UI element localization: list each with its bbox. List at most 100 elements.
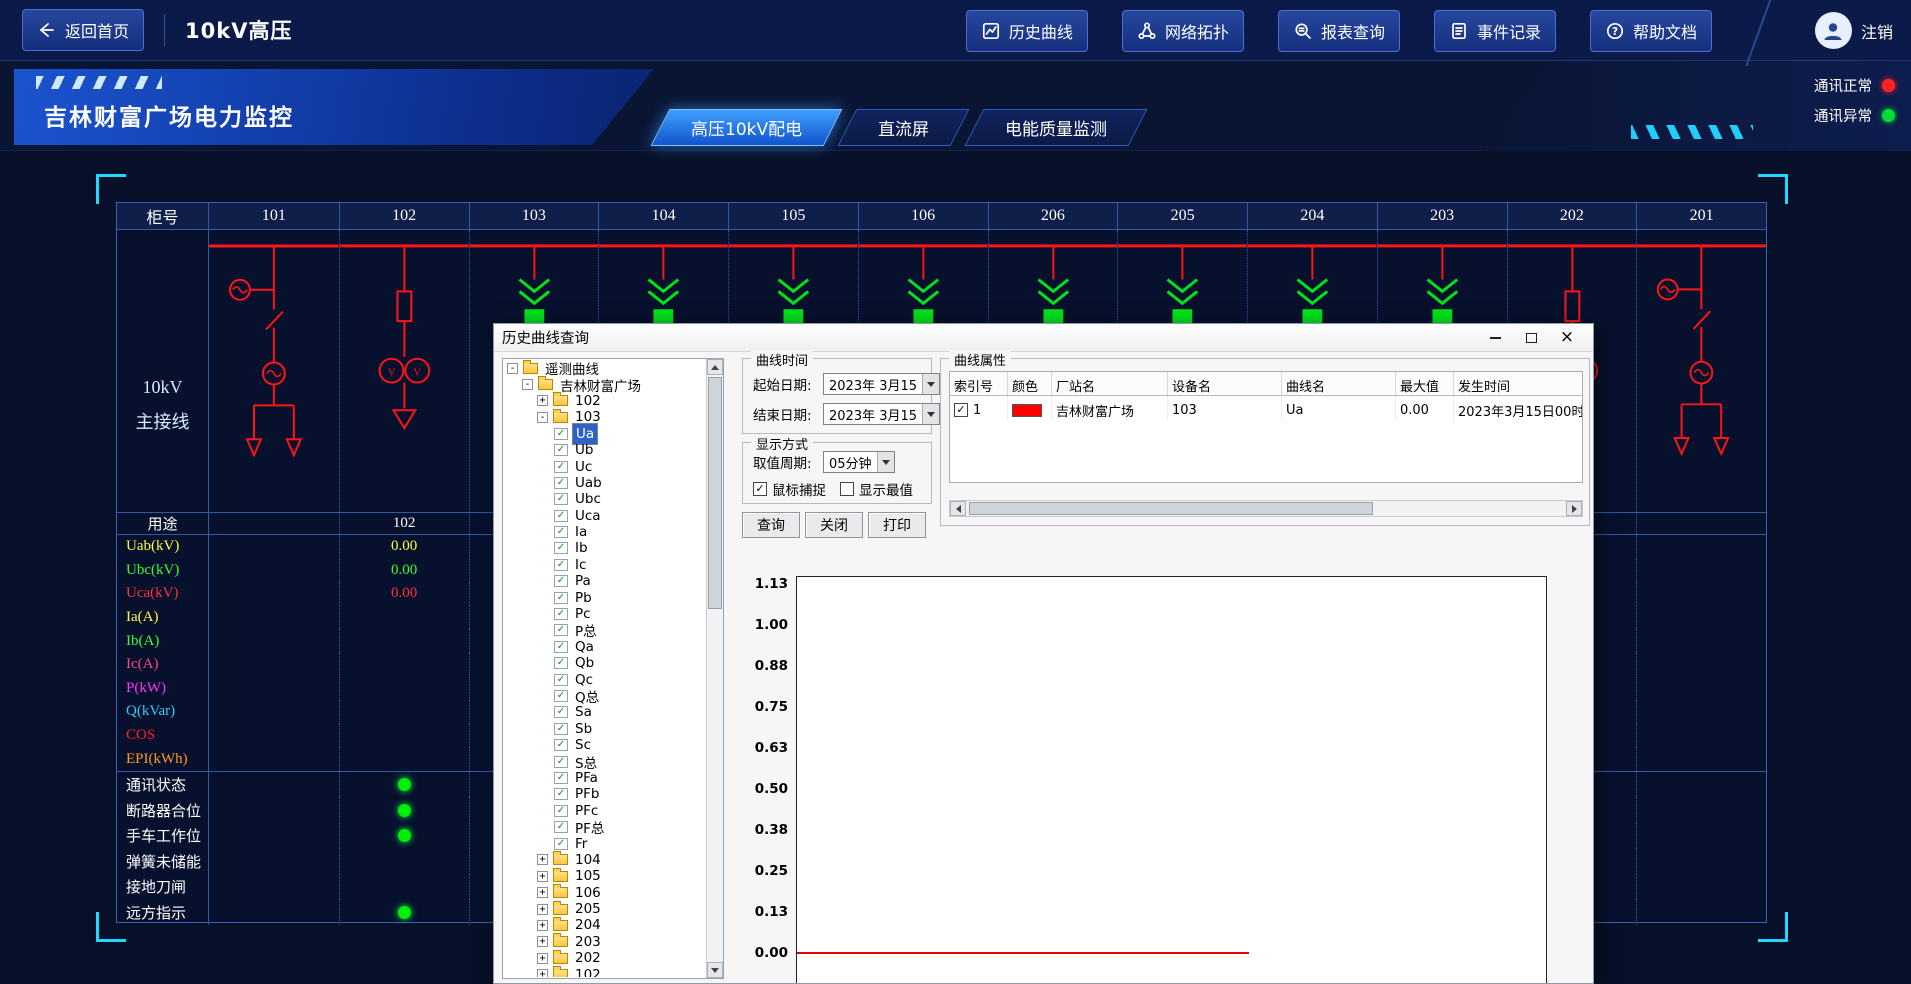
tree-expander-icon[interactable]: - bbox=[522, 379, 533, 390]
tree-item-Sc[interactable]: ✓Sc bbox=[504, 737, 706, 753]
back-home-button[interactable]: 返回首页 bbox=[22, 9, 144, 51]
tree-item-106[interactable]: +106 bbox=[504, 885, 706, 901]
tree-item-Ia[interactable]: ✓Ia bbox=[504, 524, 706, 540]
tree-item-Qc[interactable]: ✓Qc bbox=[504, 671, 706, 687]
avatar-icon[interactable] bbox=[1815, 12, 1852, 49]
curve-check-icon: ✓ bbox=[554, 674, 568, 686]
tab-直流屏[interactable]: 直流屏 bbox=[838, 109, 970, 146]
corner-bracket-top-left bbox=[96, 174, 126, 204]
period-select[interactable]: 05分钟 bbox=[823, 451, 895, 473]
tree-item-Ic[interactable]: ✓Ic bbox=[504, 557, 706, 573]
scroll-left-button[interactable] bbox=[950, 501, 966, 516]
tree-item-105[interactable]: +105 bbox=[504, 868, 706, 884]
start-date-select[interactable]: 2023年 3月15 bbox=[823, 373, 940, 395]
scroll-up-button[interactable] bbox=[707, 359, 723, 375]
tree-item-Pb[interactable]: ✓Pb bbox=[504, 589, 706, 605]
tab-高压10kV配电[interactable]: 高压10kV配电 bbox=[651, 109, 843, 146]
group-legend: 曲线时间 bbox=[751, 350, 813, 369]
tree-item-205[interactable]: +205 bbox=[504, 901, 706, 917]
curve-attr-row[interactable]: ✓1吉林财富广场103Ua0.002023年3月15日00时0 bbox=[950, 396, 1582, 420]
scroll-right-button[interactable] bbox=[1566, 501, 1582, 516]
dialog-button-关闭[interactable]: 关闭 bbox=[805, 512, 863, 538]
tree-item-PF总[interactable]: ✓PF总 bbox=[504, 819, 706, 835]
checkbox-鼠标捕捉[interactable]: ✓鼠标捕捉 bbox=[753, 479, 826, 499]
tree-expander-icon[interactable]: + bbox=[537, 395, 548, 406]
tree-item-204[interactable]: +204 bbox=[504, 917, 706, 933]
dialog-button-查询[interactable]: 查询 bbox=[742, 512, 800, 538]
attr-col-最大值: 最大值 bbox=[1396, 372, 1454, 395]
chevron-down-icon[interactable] bbox=[877, 452, 894, 472]
tree-item-202[interactable]: +202 bbox=[504, 950, 706, 966]
chevron-down-icon[interactable] bbox=[922, 404, 939, 424]
row-checkbox[interactable]: ✓ bbox=[954, 403, 968, 417]
end-date-select[interactable]: 2023年 3月15 bbox=[823, 403, 940, 425]
tree-item-Uab[interactable]: ✓Uab bbox=[504, 475, 706, 491]
dialog-titlebar[interactable]: 历史曲线查询 × bbox=[494, 324, 1593, 352]
curve-check-icon: ✓ bbox=[554, 690, 568, 702]
tree-item-P总[interactable]: ✓P总 bbox=[504, 622, 706, 638]
chevron-down-icon[interactable] bbox=[922, 374, 939, 394]
tree-item-102[interactable]: +102 bbox=[504, 393, 706, 409]
tree-item-Qa[interactable]: ✓Qa bbox=[504, 639, 706, 655]
history-curve-dialog: 历史曲线查询 × -遥测曲线-吉林财富广场+102-103✓Ua✓Ub✓Uc✓U… bbox=[493, 323, 1594, 984]
tree-expander-icon[interactable]: + bbox=[537, 936, 548, 947]
tree-item-Ubc[interactable]: ✓Ubc bbox=[504, 491, 706, 507]
tree-item-Uc[interactable]: ✓Uc bbox=[504, 458, 706, 474]
nav-network-topology-button[interactable]: 网络拓扑 bbox=[1122, 10, 1244, 52]
nav-help-doc-button[interactable]: ?帮助文档 bbox=[1590, 10, 1712, 52]
checkbox-icon[interactable]: ✓ bbox=[753, 482, 767, 496]
tree-scrollbar[interactable] bbox=[706, 359, 723, 978]
tree-item-Ib[interactable]: ✓Ib bbox=[504, 540, 706, 556]
maximize-button[interactable] bbox=[1513, 326, 1549, 350]
logout-button[interactable]: 注销 bbox=[1861, 19, 1893, 43]
usage-label: 用途 bbox=[117, 513, 209, 534]
sld-cell bbox=[209, 848, 339, 874]
tree-item-203[interactable]: +203 bbox=[504, 934, 706, 950]
tree-item-Pa[interactable]: ✓Pa bbox=[504, 573, 706, 589]
minimize-button[interactable] bbox=[1477, 326, 1513, 350]
tree-item-Qb[interactable]: ✓Qb bbox=[504, 655, 706, 671]
measurement-label: Ia(A) bbox=[117, 606, 209, 630]
dialog-button-打印[interactable]: 打印 bbox=[868, 512, 926, 538]
tree-item-Fr[interactable]: ✓Fr bbox=[504, 835, 706, 851]
tree-expander-icon[interactable]: + bbox=[537, 887, 548, 898]
tree-expander-icon[interactable]: + bbox=[537, 953, 548, 964]
status-label: 手车工作位 bbox=[117, 823, 209, 849]
tree-expander-icon[interactable]: + bbox=[537, 969, 548, 977]
bay-diagram-102: VV bbox=[339, 230, 469, 512]
scrollbar-thumb[interactable] bbox=[969, 502, 1373, 515]
scrollbar-thumb[interactable] bbox=[708, 377, 722, 609]
tree-item-104[interactable]: +104 bbox=[504, 852, 706, 868]
tree-item-吉林财富广场[interactable]: -吉林财富广场 bbox=[504, 376, 706, 392]
tree-item-Pc[interactable]: ✓Pc bbox=[504, 606, 706, 622]
close-button[interactable]: × bbox=[1549, 326, 1585, 350]
tree-item-Ua[interactable]: ✓Ua bbox=[504, 426, 706, 442]
nav-report-search-button[interactable]: 报表查询 bbox=[1278, 10, 1400, 52]
tree-item-Ub[interactable]: ✓Ub bbox=[504, 442, 706, 458]
tree-expander-icon[interactable]: + bbox=[537, 904, 548, 915]
tree-expander-icon[interactable]: - bbox=[507, 363, 518, 374]
tree-item-PFa[interactable]: ✓PFa bbox=[504, 770, 706, 786]
tree-expander-icon[interactable]: - bbox=[537, 412, 548, 423]
tree-item-102[interactable]: +102 bbox=[504, 966, 706, 977]
attr-table-hscrollbar[interactable] bbox=[949, 500, 1583, 517]
attr-cell-device: 103 bbox=[1168, 396, 1282, 420]
tree-expander-icon[interactable]: + bbox=[537, 871, 548, 882]
nav-history-curve-button[interactable]: 历史曲线 bbox=[966, 10, 1088, 52]
checkbox-显示最值[interactable]: ✓显示最值 bbox=[840, 479, 913, 499]
tree-item-Uca[interactable]: ✓Uca bbox=[504, 508, 706, 524]
tree-item-Q总[interactable]: ✓Q总 bbox=[504, 688, 706, 704]
tree-expander-icon[interactable]: + bbox=[537, 854, 548, 865]
tree-item-Sa[interactable]: ✓Sa bbox=[504, 704, 706, 720]
y-axis-tick: 0.25 bbox=[740, 862, 788, 880]
tree-expander-icon[interactable]: + bbox=[537, 920, 548, 931]
tree-item-Sb[interactable]: ✓Sb bbox=[504, 721, 706, 737]
tree-item-103[interactable]: -103 bbox=[504, 409, 706, 425]
tree-item-label: Ia bbox=[572, 524, 590, 540]
scroll-down-button[interactable] bbox=[707, 962, 723, 978]
tree-item-PFb[interactable]: ✓PFb bbox=[504, 786, 706, 802]
tab-电能质量监测[interactable]: 电能质量监测 bbox=[965, 109, 1148, 146]
checkbox-icon[interactable]: ✓ bbox=[840, 482, 854, 496]
nav-event-log-button[interactable]: 事件记录 bbox=[1434, 10, 1556, 52]
tree-item-S总[interactable]: ✓S总 bbox=[504, 753, 706, 769]
